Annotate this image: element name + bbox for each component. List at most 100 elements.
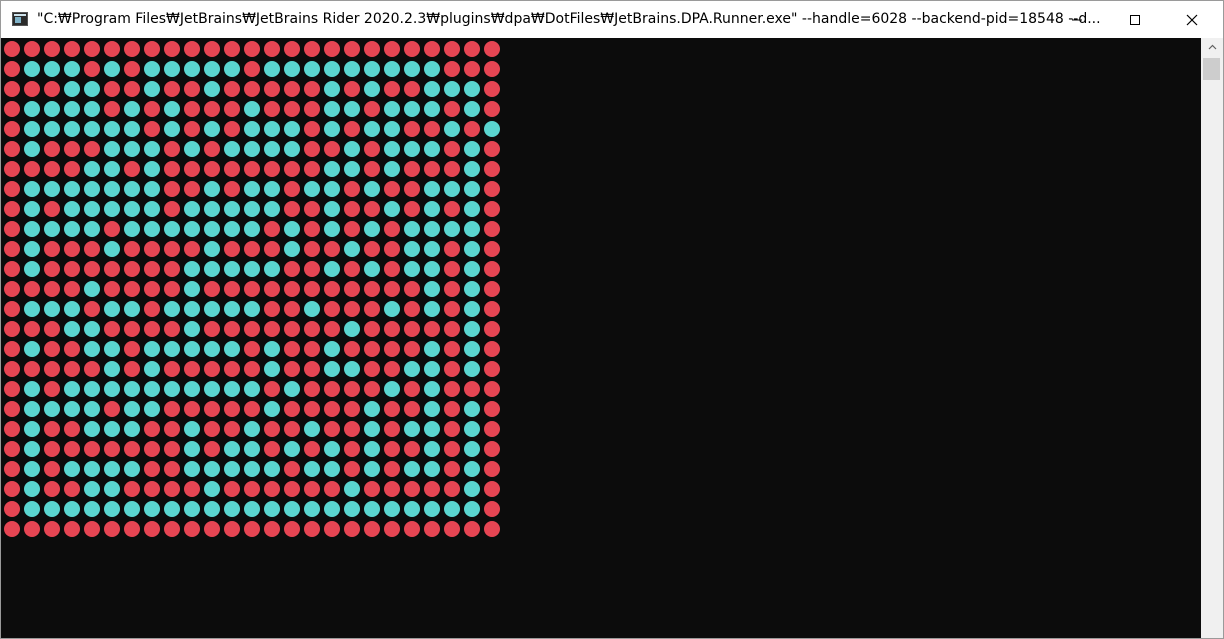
cyan-dot xyxy=(424,61,440,77)
red-dot xyxy=(64,241,80,257)
red-dot xyxy=(144,521,160,537)
red-dot xyxy=(144,301,160,317)
cyan-dot xyxy=(24,221,40,237)
red-dot xyxy=(124,521,140,537)
cyan-dot xyxy=(464,301,480,317)
cyan-dot xyxy=(24,141,40,157)
red-dot xyxy=(104,221,120,237)
scroll-up-button[interactable] xyxy=(1201,38,1223,55)
red-dot xyxy=(224,521,240,537)
red-dot xyxy=(444,301,460,317)
red-dot xyxy=(484,241,500,257)
red-dot xyxy=(264,281,280,297)
cyan-dot xyxy=(224,441,240,457)
red-dot xyxy=(224,361,240,377)
red-dot xyxy=(164,181,180,197)
cyan-dot xyxy=(144,201,160,217)
red-dot xyxy=(304,241,320,257)
red-dot xyxy=(384,261,400,277)
cyan-dot xyxy=(384,141,400,157)
red-dot xyxy=(264,81,280,97)
red-dot xyxy=(84,141,100,157)
red-dot xyxy=(324,381,340,397)
cyan-dot xyxy=(104,181,120,197)
red-dot xyxy=(444,321,460,337)
cyan-dot xyxy=(64,381,80,397)
red-dot xyxy=(464,121,480,137)
cyan-dot xyxy=(424,341,440,357)
red-dot xyxy=(264,521,280,537)
console-app-icon[interactable] xyxy=(12,12,28,26)
vertical-scrollbar[interactable] xyxy=(1201,38,1223,638)
red-dot xyxy=(124,261,140,277)
cyan-dot xyxy=(304,421,320,437)
red-dot xyxy=(244,361,260,377)
cyan-dot xyxy=(84,461,100,477)
red-dot xyxy=(104,401,120,417)
red-dot xyxy=(144,261,160,277)
cyan-dot xyxy=(84,321,100,337)
red-dot xyxy=(4,121,20,137)
cyan-dot xyxy=(24,301,40,317)
cyan-dot xyxy=(124,141,140,157)
cyan-dot xyxy=(364,181,380,197)
red-dot xyxy=(364,341,380,357)
scroll-thumb[interactable] xyxy=(1203,58,1220,80)
cyan-dot xyxy=(384,201,400,217)
cyan-dot xyxy=(24,501,40,517)
red-dot xyxy=(444,521,460,537)
red-dot xyxy=(164,361,180,377)
red-dot xyxy=(304,261,320,277)
red-dot xyxy=(484,401,500,417)
red-dot xyxy=(164,321,180,337)
red-dot xyxy=(404,481,420,497)
red-dot xyxy=(24,321,40,337)
cyan-dot xyxy=(24,461,40,477)
red-dot xyxy=(364,101,380,117)
cyan-dot xyxy=(324,501,340,517)
red-dot xyxy=(284,81,300,97)
red-dot xyxy=(164,401,180,417)
cyan-dot xyxy=(384,301,400,317)
cyan-dot xyxy=(144,161,160,177)
cyan-dot xyxy=(164,121,180,137)
cyan-dot xyxy=(424,201,440,217)
red-dot xyxy=(304,481,320,497)
console-window: "C:₩Program Files₩JetBrains₩JetBrains Ri… xyxy=(0,0,1224,639)
red-dot xyxy=(284,481,300,497)
red-dot xyxy=(184,361,200,377)
cyan-dot xyxy=(244,121,260,137)
cyan-dot xyxy=(84,221,100,237)
title-bar[interactable]: "C:₩Program Files₩JetBrains₩JetBrains Ri… xyxy=(1,1,1223,38)
cyan-dot xyxy=(424,361,440,377)
red-dot xyxy=(224,321,240,337)
red-dot xyxy=(284,281,300,297)
cyan-dot xyxy=(464,481,480,497)
red-dot xyxy=(304,221,320,237)
close-button[interactable] xyxy=(1164,1,1220,38)
cyan-dot xyxy=(124,181,140,197)
red-dot xyxy=(184,481,200,497)
red-dot xyxy=(464,41,480,57)
red-dot xyxy=(264,301,280,317)
cyan-dot xyxy=(404,461,420,477)
cyan-dot xyxy=(224,461,240,477)
cyan-dot xyxy=(264,341,280,357)
cyan-dot xyxy=(144,341,160,357)
cyan-dot xyxy=(464,221,480,237)
minimize-button[interactable] xyxy=(1049,1,1105,38)
cyan-dot xyxy=(144,81,160,97)
cyan-dot xyxy=(224,141,240,157)
console-output-area[interactable] xyxy=(1,38,1201,638)
red-dot xyxy=(284,521,300,537)
red-dot xyxy=(204,161,220,177)
cyan-dot xyxy=(244,221,260,237)
cyan-dot xyxy=(344,241,360,257)
maximize-button[interactable] xyxy=(1107,1,1163,38)
red-dot xyxy=(164,41,180,57)
cyan-dot xyxy=(364,121,380,137)
cyan-dot xyxy=(84,481,100,497)
red-dot xyxy=(484,381,500,397)
cyan-dot xyxy=(284,121,300,137)
red-dot xyxy=(44,341,60,357)
